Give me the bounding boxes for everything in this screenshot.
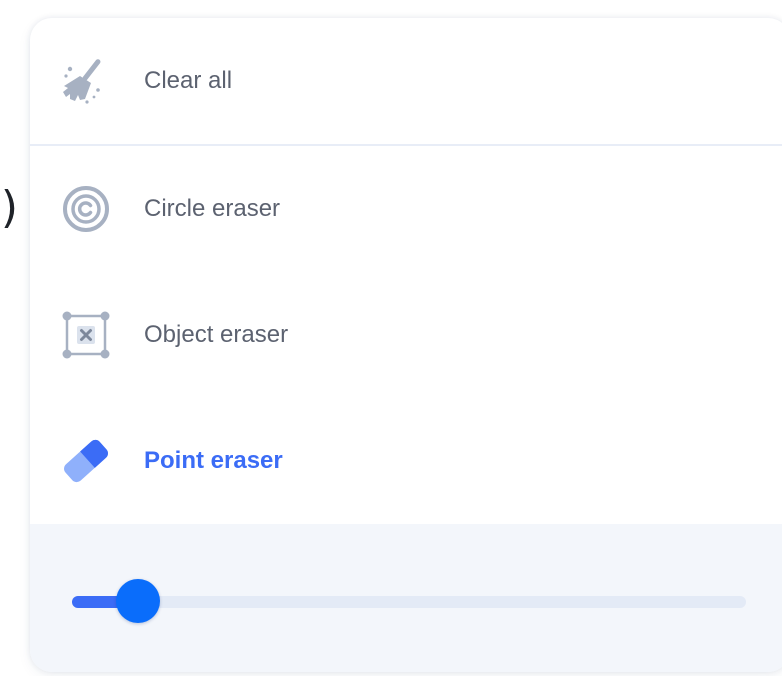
circle-eraser-button[interactable]: Circle eraser	[30, 146, 782, 272]
circle-eraser-label: Circle eraser	[144, 195, 281, 222]
slider-track[interactable]	[72, 596, 746, 608]
eraser-size-slider[interactable]	[72, 577, 746, 627]
eraser-icon	[64, 439, 108, 483]
eraser-menu: Clear all Circle eraser Object eraser Po…	[30, 18, 782, 672]
background-text-fragment: )	[0, 312, 3, 356]
eraser-size-panel	[30, 524, 782, 672]
object-eraser-button[interactable]: Object eraser	[30, 272, 782, 398]
object-eraser-icon	[62, 311, 110, 359]
clear-all-label: Clear all	[144, 67, 233, 94]
page: :) ) Clear all	[0, 0, 782, 676]
circle-eraser-icon	[63, 186, 109, 232]
slider-thumb[interactable]	[116, 579, 161, 623]
background-text-fragment: :)	[0, 182, 18, 233]
broom-icon	[63, 59, 101, 104]
clear-all-button[interactable]: Clear all	[30, 18, 782, 144]
point-eraser-button[interactable]: Point eraser	[30, 398, 782, 524]
point-eraser-label: Point eraser	[144, 447, 283, 474]
object-eraser-label: Object eraser	[144, 321, 289, 348]
